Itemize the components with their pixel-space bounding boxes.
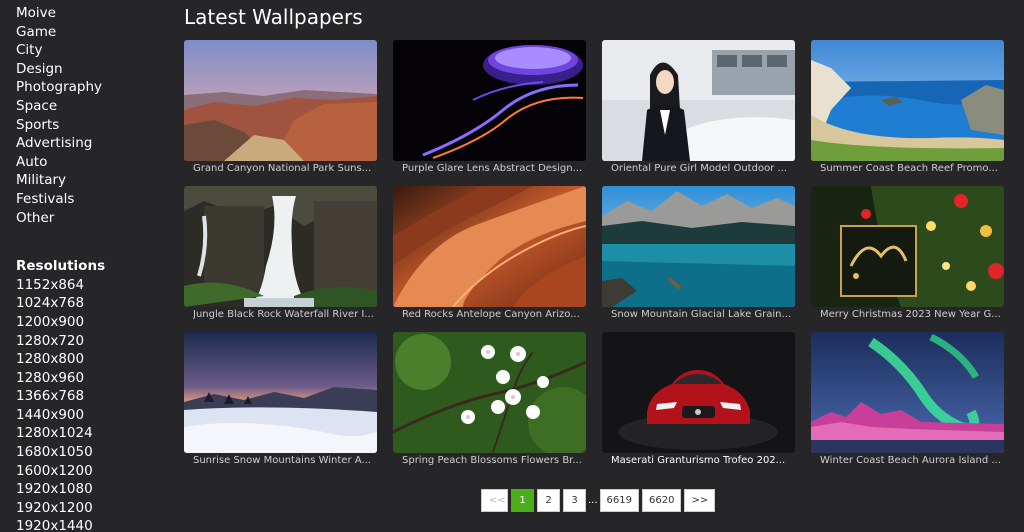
- resolution-link[interactable]: 1920x1080: [16, 480, 166, 499]
- page-button[interactable]: 3: [563, 489, 586, 512]
- resolution-link[interactable]: 1280x720: [16, 332, 166, 351]
- wallpaper-caption[interactable]: Winter Coast Beach Aurora Island ...: [820, 455, 1004, 467]
- wallpaper-caption[interactable]: Summer Coast Beach Reef Promo...: [820, 163, 1004, 175]
- antelope-canyon-image[interactable]: [393, 186, 586, 307]
- category-list: Moive Game City Design Photography Space…: [16, 4, 166, 227]
- category-link[interactable]: Sports: [16, 116, 166, 135]
- resolution-link[interactable]: 1600x1200: [16, 462, 166, 481]
- category-link[interactable]: Photography: [16, 78, 166, 97]
- page-button-active[interactable]: 1: [511, 489, 534, 512]
- wallpaper-card[interactable]: Grand Canyon National Park Suns...: [184, 40, 377, 174]
- wallpaper-card[interactable]: Oriental Pure Girl Model Outdoor ...: [602, 40, 795, 174]
- wallpaper-caption[interactable]: Grand Canyon National Park Suns...: [193, 163, 377, 175]
- wallpaper-caption[interactable]: Oriental Pure Girl Model Outdoor ...: [611, 163, 795, 175]
- wallpaper-card[interactable]: Winter Coast Beach Aurora Island ...: [811, 332, 1004, 466]
- category-link[interactable]: Festivals: [16, 190, 166, 209]
- page-button[interactable]: 6620: [642, 489, 682, 512]
- prev-page-button[interactable]: <<: [481, 489, 508, 512]
- category-link[interactable]: Military: [16, 171, 166, 190]
- girl-model-image[interactable]: [602, 40, 795, 161]
- wallpaper-card[interactable]: Spring Peach Blossoms Flowers Br...: [393, 332, 586, 466]
- page-button[interactable]: 6619: [599, 489, 639, 512]
- wallpaper-caption[interactable]: Jungle Black Rock Waterfall River I...: [193, 309, 377, 321]
- glacial-lake-image[interactable]: [602, 186, 795, 307]
- purple-lens-image[interactable]: [393, 40, 586, 161]
- category-link[interactable]: City: [16, 41, 166, 60]
- wallpaper-caption[interactable]: Maserati Granturismo Trofeo 202...: [611, 455, 795, 467]
- resolution-link[interactable]: 1280x1024: [16, 424, 166, 443]
- wallpaper-card[interactable]: Snow Mountain Glacial Lake Grain...: [602, 186, 795, 320]
- red-car-image[interactable]: [602, 332, 795, 453]
- category-link[interactable]: Design: [16, 60, 166, 79]
- resolution-link[interactable]: 1280x800: [16, 350, 166, 369]
- aurora-image[interactable]: [811, 332, 1004, 453]
- wallpaper-caption[interactable]: Sunrise Snow Mountains Winter A...: [193, 455, 377, 467]
- pagination-ellipsis: ...: [588, 495, 598, 506]
- category-link[interactable]: Space: [16, 97, 166, 116]
- resolution-list: 1152x864 1024x768 1200x900 1280x720 1280…: [16, 276, 166, 532]
- wallpaper-card[interactable]: Purple Glare Lens Abstract Design...: [393, 40, 586, 174]
- resolution-link[interactable]: 1024x768: [16, 294, 166, 313]
- wallpaper-card[interactable]: Sunrise Snow Mountains Winter A...: [184, 332, 377, 466]
- waterfall-image[interactable]: [184, 186, 377, 307]
- wallpaper-card[interactable]: Summer Coast Beach Reef Promo...: [811, 40, 1004, 174]
- pagination: << 1 2 3 ... 6619 6620 >>: [481, 489, 718, 512]
- sidebar: Moive Game City Design Photography Space…: [16, 4, 166, 532]
- wallpaper-card[interactable]: Merry Christmas 2023 New Year G...: [811, 186, 1004, 320]
- page-title: Latest Wallpapers: [184, 5, 363, 29]
- coast-beach-image[interactable]: [811, 40, 1004, 161]
- next-page-button[interactable]: >>: [684, 489, 716, 512]
- category-link[interactable]: Other: [16, 209, 166, 228]
- resolution-link[interactable]: 1366x768: [16, 387, 166, 406]
- wallpaper-grid: Grand Canyon National Park Suns... Purpl…: [184, 40, 1004, 466]
- category-link[interactable]: Moive: [16, 4, 166, 23]
- resolution-link[interactable]: 1920x1440: [16, 517, 166, 532]
- resolutions-heading: Resolutions: [16, 258, 106, 275]
- resolution-link[interactable]: 1680x1050: [16, 443, 166, 462]
- wallpaper-caption[interactable]: Merry Christmas 2023 New Year G...: [820, 309, 1004, 321]
- peach-blossom-image[interactable]: [393, 332, 586, 453]
- resolution-link[interactable]: 1440x900: [16, 406, 166, 425]
- wallpaper-caption[interactable]: Spring Peach Blossoms Flowers Br...: [402, 455, 586, 467]
- category-link[interactable]: Auto: [16, 153, 166, 172]
- page-button[interactable]: 2: [537, 489, 560, 512]
- resolution-link[interactable]: 1152x864: [16, 276, 166, 295]
- wallpaper-card[interactable]: Maserati Granturismo Trofeo 202...: [602, 332, 795, 466]
- category-link[interactable]: Advertising: [16, 134, 166, 153]
- wallpaper-caption[interactable]: Red Rocks Antelope Canyon Arizo...: [402, 309, 586, 321]
- wallpaper-card[interactable]: Jungle Black Rock Waterfall River I...: [184, 186, 377, 320]
- canyon-sunset-image[interactable]: [184, 40, 377, 161]
- resolution-link[interactable]: 1920x1200: [16, 499, 166, 518]
- snow-sunrise-image[interactable]: [184, 332, 377, 453]
- resolution-link[interactable]: 1280x960: [16, 369, 166, 388]
- wallpaper-caption[interactable]: Snow Mountain Glacial Lake Grain...: [611, 309, 795, 321]
- wallpaper-card[interactable]: Red Rocks Antelope Canyon Arizo...: [393, 186, 586, 320]
- wallpaper-caption[interactable]: Purple Glare Lens Abstract Design...: [402, 163, 586, 175]
- category-link[interactable]: Game: [16, 23, 166, 42]
- christmas-image[interactable]: [811, 186, 1004, 307]
- page: Moive Game City Design Photography Space…: [0, 0, 1024, 532]
- resolution-link[interactable]: 1200x900: [16, 313, 166, 332]
